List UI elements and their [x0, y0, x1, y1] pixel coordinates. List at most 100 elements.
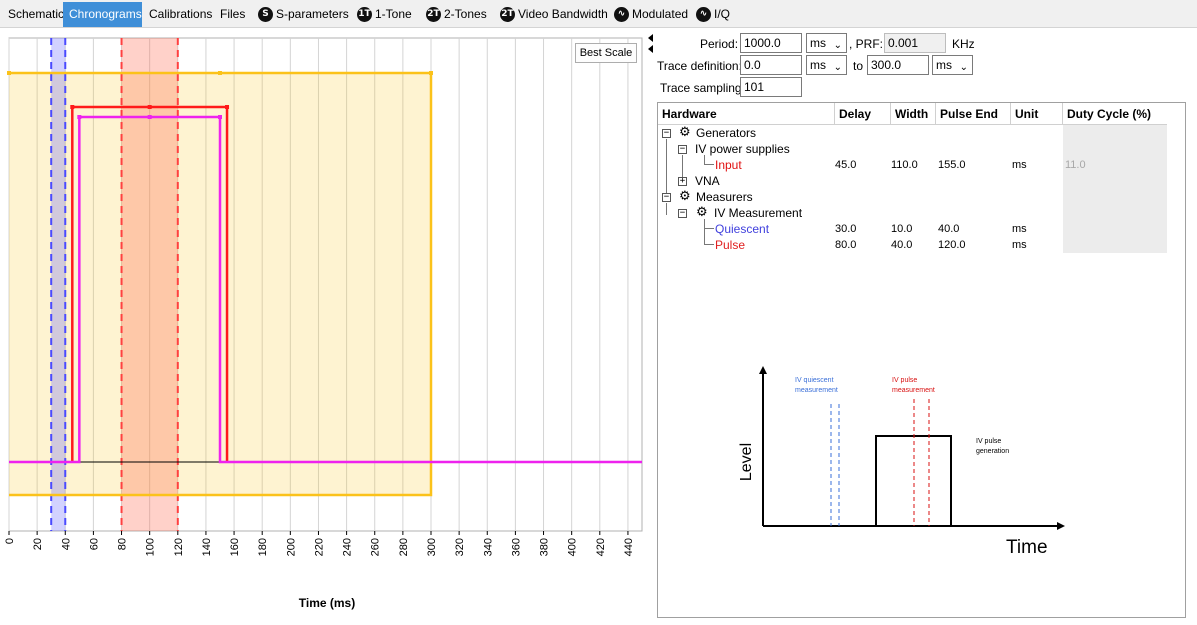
trace-end-input[interactable]	[867, 55, 929, 75]
series-marker-pulse	[147, 115, 152, 119]
collapse-icon[interactable]: −	[662, 129, 671, 138]
prf-unit-label: KHz	[952, 37, 975, 51]
x-axis-arrow-icon	[1057, 522, 1065, 530]
pulse-width[interactable]: 40.0	[891, 237, 912, 253]
x-tick-label: 320	[454, 538, 466, 556]
column-header-delay[interactable]: Delay	[835, 103, 891, 125]
x-tick-label: 260	[370, 538, 382, 556]
input-pulse-end[interactable]: 155.0	[938, 157, 966, 173]
pulse-unit[interactable]: ms	[1012, 237, 1027, 253]
x-tick-label: 180	[257, 538, 269, 556]
trace-end-unit-select[interactable]: ms ⌄	[932, 55, 973, 75]
chevron-down-icon: ⌄	[959, 62, 968, 73]
pulse-delay[interactable]: 80.0	[835, 237, 856, 253]
tab-1-tone[interactable]: 1T 1-Tone	[351, 3, 418, 25]
collapse-left-arrow-icon[interactable]	[648, 34, 653, 42]
x-tick-label: 400	[567, 538, 579, 556]
waveform-icon: ∿	[696, 7, 711, 23]
y-axis-arrow-icon	[759, 366, 767, 374]
x-tick-label: 80	[117, 538, 129, 550]
x-tick-label: 420	[595, 538, 607, 556]
tree-connector	[704, 228, 714, 229]
tree-node-iv-power-supplies[interactable]: IV power supplies	[695, 141, 790, 157]
column-header-width[interactable]: Width	[891, 103, 936, 125]
diagram-y-label: Level	[738, 443, 755, 481]
trace-window-marker	[218, 71, 222, 75]
series-marker-pulse	[218, 115, 222, 119]
tab-files[interactable]: Files	[214, 3, 251, 25]
quiescent-unit[interactable]: ms	[1012, 221, 1027, 237]
tab-schematic[interactable]: Schematic	[2, 3, 70, 25]
x-tick-label: 0	[4, 538, 16, 544]
quiescent-width[interactable]: 10.0	[891, 221, 912, 237]
band-quiescent	[51, 38, 66, 531]
trace-start-input[interactable]	[740, 55, 802, 75]
period-input[interactable]	[740, 33, 802, 53]
tree-node-generators[interactable]: Generators	[696, 125, 756, 141]
series-marker-pulse	[77, 115, 82, 119]
input-delay[interactable]: 45.0	[835, 157, 856, 173]
chronogram-chart[interactable]: 0 20 40 60 80 100 120 140 160 180 200 220 240 260 280 3…	[0, 29, 648, 622]
column-header-hardware[interactable]: Hardware	[658, 103, 835, 125]
trace-sampling-input[interactable]	[740, 77, 802, 97]
tab-label: Video Bandwidth	[518, 7, 608, 21]
tab-calibrations[interactable]: Calibrations	[143, 3, 218, 25]
tree-connector	[666, 203, 667, 215]
tab-label: I/Q	[714, 7, 731, 21]
x-tick-label: 100	[145, 538, 157, 556]
tree-node-input[interactable]: Input	[715, 157, 742, 173]
tab-2-tones[interactable]: 2T 2-Tones	[420, 3, 493, 25]
chevron-down-icon: ⌄	[833, 62, 842, 73]
collapse-left-arrow-icon[interactable]	[648, 45, 653, 53]
pulse-generation-label: generation	[976, 448, 1009, 455]
waveform-icon: ∿	[614, 7, 629, 23]
gear-icon: ⚙	[679, 189, 691, 204]
prf-field	[884, 33, 946, 53]
chronogram-plot: 0 20 40 60 80 100 120 140 160 180 200 220 240 260 280 3…	[4, 37, 643, 556]
column-header-unit[interactable]: Unit	[1011, 103, 1063, 125]
tree-node-vna[interactable]: VNA	[695, 173, 720, 189]
trace-start-unit-select[interactable]: ms ⌄	[806, 55, 847, 75]
column-header-duty-cycle[interactable]: Duty Cycle (%)	[1063, 103, 1167, 125]
tree-node-pulse[interactable]: Pulse	[715, 237, 745, 253]
x-tick-label: 240	[342, 538, 354, 556]
tree-node-measurers[interactable]: Measurers	[696, 189, 753, 205]
pulse-pulse-end[interactable]: 120.0	[938, 237, 966, 253]
x-tick-label: 120	[173, 538, 185, 556]
collapse-icon[interactable]: −	[662, 193, 671, 202]
prf-label: , PRF:	[849, 37, 884, 51]
quiescent-delay[interactable]: 30.0	[835, 221, 856, 237]
video-bandwidth-icon: 2T	[500, 7, 515, 23]
tab-chronograms[interactable]: Chronograms	[63, 2, 142, 27]
input-unit[interactable]: ms	[1012, 157, 1027, 173]
tab-iq[interactable]: ∿ I/Q	[690, 3, 736, 25]
period-unit-select[interactable]: ms ⌄	[806, 33, 847, 53]
input-duty-cycle: 11.0	[1065, 159, 1086, 171]
x-tick-label: 220	[313, 538, 325, 556]
x-tick-label: 440	[623, 538, 635, 556]
tree-node-iv-measurement[interactable]: IV Measurement	[714, 205, 802, 221]
x-tick-label: 40	[60, 538, 72, 550]
band-pulse	[121, 38, 178, 531]
x-tick-label: 300	[426, 538, 438, 556]
column-header-pulse-end[interactable]: Pulse End	[936, 103, 1011, 125]
collapse-icon[interactable]: −	[678, 209, 687, 218]
trace-sampling-label: Trace sampling:	[660, 81, 745, 95]
quiescent-pulse-end[interactable]: 40.0	[938, 221, 959, 237]
tab-s-parameters[interactable]: S S-parameters	[252, 3, 355, 25]
best-scale-button[interactable]: Best Scale	[575, 43, 637, 63]
tab-video-bandwidth[interactable]: 2T Video Bandwidth	[494, 3, 614, 25]
x-tick-label: 140	[201, 538, 213, 556]
collapse-icon[interactable]: −	[678, 145, 687, 154]
x-tick-label: 280	[398, 538, 410, 556]
duty-cycle-column-bg	[1063, 125, 1167, 253]
tree-node-quiescent[interactable]: Quiescent	[715, 221, 769, 237]
expand-icon[interactable]: +	[678, 177, 687, 186]
quiescent-label: IV quiescent	[795, 377, 834, 384]
input-width[interactable]: 110.0	[891, 157, 918, 173]
to-label: to	[853, 59, 864, 73]
tab-label: Files	[220, 7, 246, 21]
tab-label: 1-Tone	[375, 7, 412, 21]
x-axis-title: Time (ms)	[298, 596, 356, 610]
tab-modulated[interactable]: ∿ Modulated	[608, 3, 694, 25]
